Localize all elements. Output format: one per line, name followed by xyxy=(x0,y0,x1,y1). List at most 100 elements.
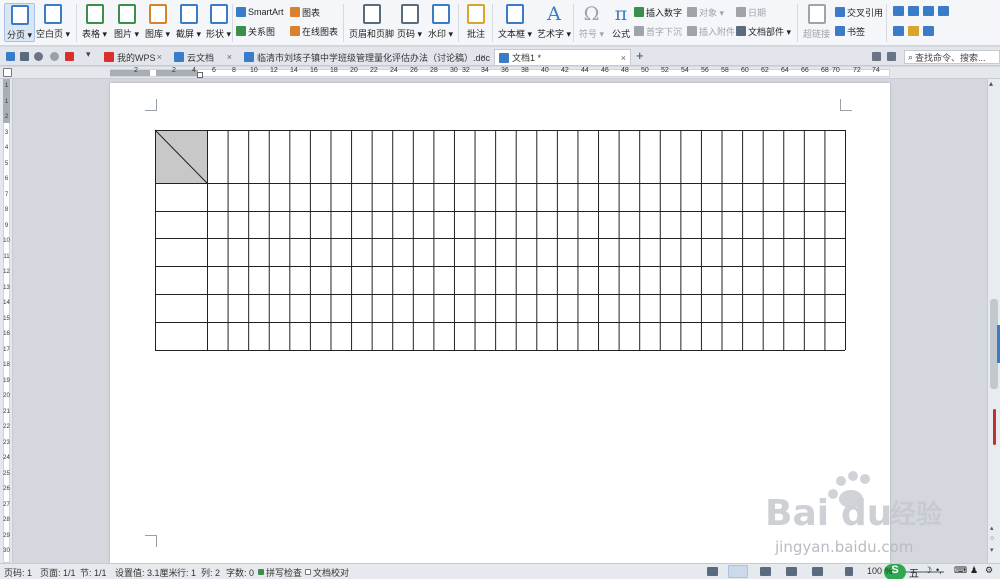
redo-icon[interactable] xyxy=(50,52,59,61)
ruler-tick-label: 66 xyxy=(801,67,809,74)
online-chart-button[interactable]: 在线图表 xyxy=(290,24,338,38)
ruler-tick-label: 24 xyxy=(390,67,398,74)
select-browse-object-icon[interactable]: ○ xyxy=(990,535,994,542)
vertical-ruler[interactable]: 1 1 2 3 4 5 6 7 8 9 10 11 12 13 14 15 16 17 18 19 20 21 22 23 24… xyxy=(0,79,13,563)
ruler-tick-label: 14 xyxy=(3,300,10,306)
tab-list-chevron-icon[interactable]: ▾ xyxy=(86,49,93,59)
ruler-tick-label: 72 xyxy=(853,67,861,74)
document-tab-4[interactable]: 文档1 * × xyxy=(494,49,631,65)
ribbon-separator xyxy=(343,4,344,42)
status-item-9[interactable]: 文档校对 xyxy=(313,566,349,579)
formula-button[interactable]: π 公式 xyxy=(610,3,632,40)
ime-mode-icon[interactable]: 五 xyxy=(909,565,919,579)
screenshot-button[interactable]: 截屏 ▾ xyxy=(176,3,201,40)
status-item-8[interactable]: 拼写检查 xyxy=(266,566,302,579)
smartart-button[interactable]: SmartArt xyxy=(236,5,284,19)
outline-view-icon[interactable] xyxy=(760,567,771,576)
new-tab-icon[interactable]: + xyxy=(636,48,644,63)
email-icon[interactable] xyxy=(65,52,74,61)
textbox-button[interactable]: 文本框 ▾ xyxy=(498,3,532,40)
indent-marker[interactable] xyxy=(197,72,203,78)
previous-page-icon[interactable]: ▴ xyxy=(990,524,994,532)
watermark-button[interactable]: 水印 ▾ xyxy=(428,3,453,40)
ruler-tick-label: 15 xyxy=(3,315,10,322)
bookmark-button[interactable]: 书签 xyxy=(835,24,865,38)
document-tab-2[interactable]: 云文档 × xyxy=(170,49,236,65)
page-view-icon[interactable] xyxy=(728,565,748,578)
shapes-button[interactable]: 形状 ▾ xyxy=(206,3,231,40)
ribbon-tool-5-icon[interactable] xyxy=(893,26,904,36)
page-number-button[interactable]: 页码 ▾ xyxy=(397,3,422,40)
tab-stop-selector-icon[interactable] xyxy=(3,68,12,77)
reading-view-icon[interactable] xyxy=(786,567,797,576)
zoom-out-icon[interactable] xyxy=(845,567,853,576)
save-icon[interactable] xyxy=(6,52,15,61)
wordart-button[interactable]: A 艺术字 ▾ xyxy=(537,3,571,40)
ruler-tick-label: 27 xyxy=(3,501,10,508)
vertical-scrollbar[interactable]: ▴ ▴ ○ ▾ xyxy=(987,79,1000,563)
scroll-up-icon[interactable]: ▴ xyxy=(989,79,993,88)
ribbon-tool-2-icon[interactable] xyxy=(908,6,919,16)
table-button[interactable]: 表格 ▾ xyxy=(82,3,107,40)
ime-punct-icon[interactable]: •, xyxy=(936,565,942,575)
symbol-button[interactable]: Ω 符号 ▾ xyxy=(579,3,604,40)
relation-map-button[interactable]: 关系图 xyxy=(236,24,275,38)
date-button[interactable]: 日期 xyxy=(736,5,766,19)
blank-page-button[interactable]: 空白页 ▾ xyxy=(36,3,70,40)
proofread-status-icon xyxy=(305,569,311,575)
minimize-ribbon-icon[interactable] xyxy=(887,52,896,61)
tab-label: 我的WPS xyxy=(117,52,156,63)
ruler-tick-label: 30 xyxy=(3,548,10,554)
ribbon-tool-6-icon[interactable] xyxy=(908,26,919,36)
drop-cap-button[interactable]: 首字下沉 xyxy=(634,24,682,38)
close-tab-icon[interactable]: × xyxy=(621,53,626,63)
status-item-1: 页码: 1 xyxy=(4,568,33,578)
print-icon[interactable] xyxy=(20,52,29,61)
close-tab-icon[interactable]: × xyxy=(157,52,162,62)
horizontal-ruler[interactable]: 2 2 4 6 8 10 12 14 16 18 20 22 24 26 28 30 32 34 36 38 40 42 4… xyxy=(0,67,1000,79)
status-item-5: 行: 1 xyxy=(177,568,197,578)
status-item-10[interactable]: 100 % xyxy=(867,566,893,576)
document-tab-1[interactable]: 我的WPS × xyxy=(100,49,166,65)
tab-menu-icon[interactable] xyxy=(872,52,881,61)
ime-settings-icon[interactable]: ⚙ xyxy=(985,565,993,576)
ribbon-tool-4-icon[interactable] xyxy=(938,6,949,16)
close-tab-icon[interactable]: × xyxy=(227,52,232,62)
object-button[interactable]: 对象 ▾ xyxy=(687,5,724,19)
comment-button[interactable]: 批注 xyxy=(465,3,487,40)
insert-number-icon xyxy=(634,7,644,17)
keyboard-icon[interactable]: ⌨ xyxy=(954,565,967,576)
cross-ref-button[interactable]: 交叉引用 xyxy=(835,5,883,19)
hyperlink-button[interactable]: 超链接 xyxy=(803,3,830,40)
ime-moon-icon[interactable]: ☽ xyxy=(924,565,932,576)
scissors-icon xyxy=(179,4,198,24)
focus-mode-icon[interactable] xyxy=(707,567,718,576)
picture-button[interactable]: 图片 ▾ xyxy=(114,3,139,40)
ruler-tick-label: 40 xyxy=(541,67,549,74)
command-search-box[interactable]: ⌕ 查找命令、搜索... xyxy=(904,50,1000,64)
ruler-tick-label: 8 xyxy=(4,207,9,213)
ribbon-tool-1-icon[interactable] xyxy=(893,6,904,16)
next-page-icon[interactable]: ▾ xyxy=(990,546,994,554)
gallery-button[interactable]: 图库 ▾ xyxy=(145,3,170,40)
web-view-icon[interactable] xyxy=(812,567,823,576)
ruler-tick-label: 4 xyxy=(192,67,196,74)
shapes-icon xyxy=(209,4,228,24)
attachment-button[interactable]: 插入附件 xyxy=(687,24,735,38)
ruler-tick-label: 4 xyxy=(4,145,9,151)
header-footer-button[interactable]: 页眉和页脚 xyxy=(349,3,394,40)
ribbon-tool-7-icon[interactable] xyxy=(923,26,934,36)
undo-icon[interactable] xyxy=(34,52,43,61)
document-tab-3[interactable]: 临清市刘垓子镇中学班级管理量化评估办法（讨论稿）.doc × xyxy=(240,49,490,65)
tab-label: 云文档 xyxy=(187,52,215,63)
textbox-icon xyxy=(506,4,525,24)
insert-number-button[interactable]: 插入数字 xyxy=(634,5,682,19)
chart-button[interactable]: 图表 xyxy=(290,5,320,19)
close-tab-icon[interactable]: × xyxy=(481,52,486,62)
doc-parts-button[interactable]: 文档部件 ▾ xyxy=(736,24,791,38)
ruler-band xyxy=(110,69,890,77)
page-break-button[interactable]: 分页 ▾ xyxy=(4,3,36,42)
ime-user-icon[interactable]: ♟ xyxy=(970,565,978,576)
ribbon-tool-3-icon[interactable] xyxy=(923,6,934,16)
ruler-tick-label: 18 xyxy=(330,67,338,74)
